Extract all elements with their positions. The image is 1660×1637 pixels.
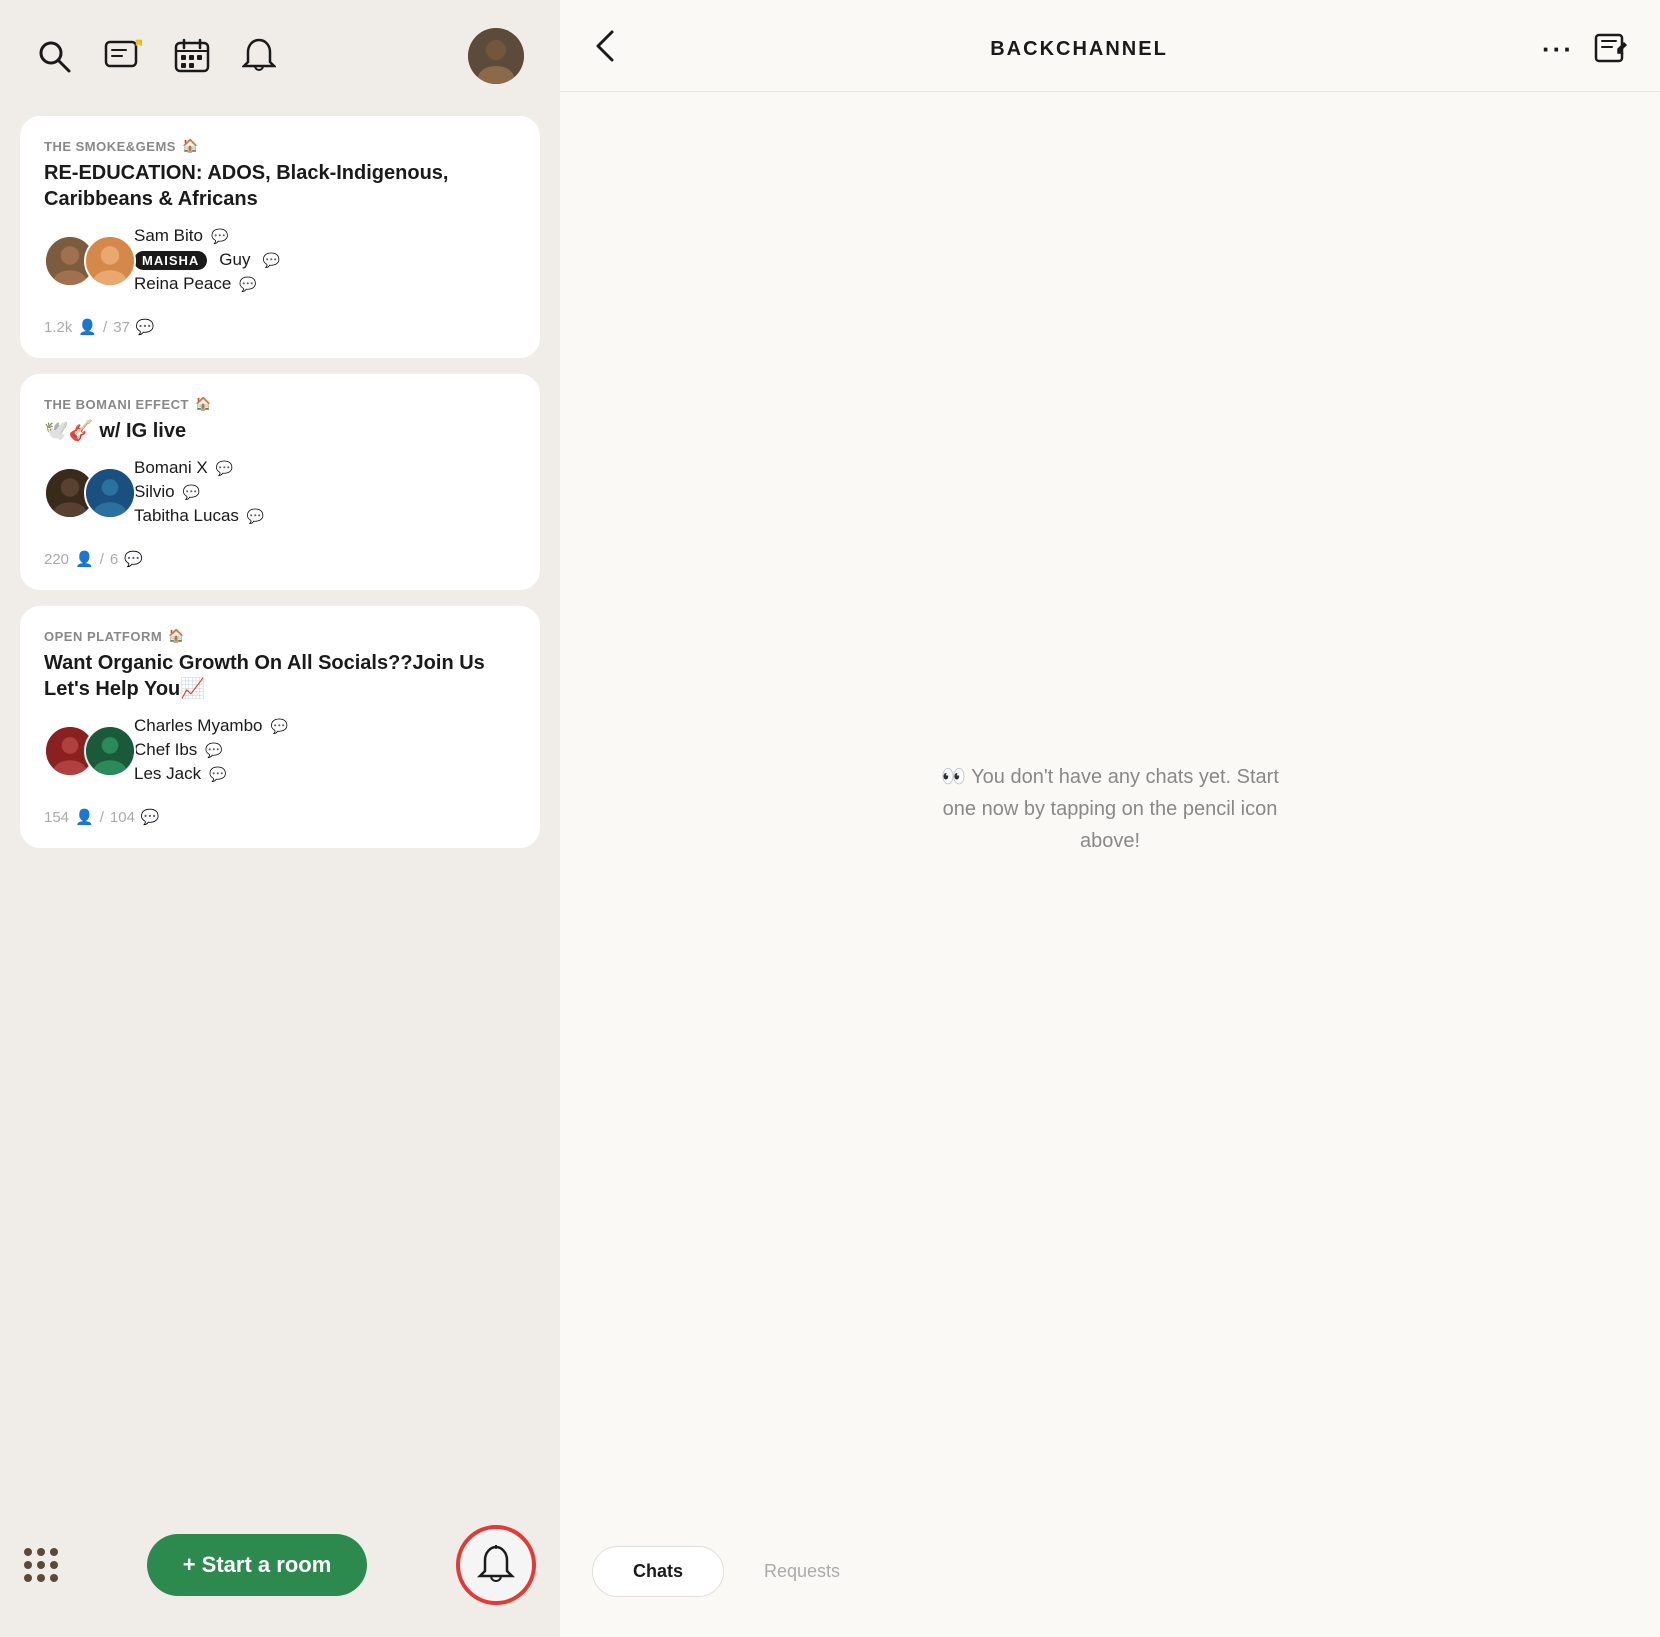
right-header-actions: ··· <box>1542 33 1628 67</box>
compose-message-button[interactable] <box>104 38 142 74</box>
avatar-maisha <box>84 235 136 287</box>
room-title-1: RE-EDUCATION: ADOS, Black-Indigenous, Ca… <box>44 160 516 212</box>
speaker-row-bomani: Bomani X 💬 <box>134 458 264 478</box>
room-speaker-avatars-3 <box>44 725 124 777</box>
speaker-row-charles: Charles Myambo 💬 <box>134 716 288 736</box>
search-button[interactable] <box>36 38 72 74</box>
right-header: BACKCHANNEL ··· <box>560 0 1660 92</box>
empty-chats-message: 👀 You don't have any chats yet. Start on… <box>940 761 1280 857</box>
notifications-button[interactable] <box>242 38 276 74</box>
right-tabs: Chats Requests <box>560 1526 1660 1637</box>
maisha-badge: MAISHA <box>134 251 207 270</box>
house-icon-3: 🏠 <box>168 628 185 644</box>
top-bar-icons <box>36 38 276 74</box>
right-panel: BACKCHANNEL ··· 👀 You don't have any cha… <box>560 0 1660 1637</box>
more-options-button[interactable]: ··· <box>1542 34 1574 65</box>
room-club-2: THE BOMANI EFFECT 🏠 <box>44 396 516 412</box>
room-card-3[interactable]: OPEN PLATFORM 🏠 Want Organic Growth On A… <box>20 606 540 848</box>
dots-grid <box>24 1548 58 1582</box>
room-meta-1: 1.2k 👤 / 37 💬 <box>44 318 516 336</box>
chats-tab[interactable]: Chats <box>592 1546 724 1597</box>
start-room-button[interactable]: + Start a room <box>147 1534 368 1596</box>
room-club-3: OPEN PLATFORM 🏠 <box>44 628 516 644</box>
speaker-row-tabitha: Tabitha Lucas 💬 <box>134 506 264 526</box>
room-title-3: Want Organic Growth On All Socials??Join… <box>44 650 516 702</box>
speaker-row-reina: Reina Peace 💬 <box>134 274 280 294</box>
speaker-row-sam: Sam Bito 💬 <box>134 226 280 246</box>
room-speaker-avatars-1 <box>44 235 124 287</box>
bottom-bar: + Start a room <box>0 1509 560 1637</box>
house-icon-1: 🏠 <box>182 138 199 154</box>
room-speakers-1: Sam Bito 💬 MAISHA Guy 💬 Reina Peace 💬 <box>134 226 280 294</box>
room-speakers-3: Charles Myambo 💬 Chef Ibs 💬 Les Jack 💬 <box>134 716 288 784</box>
top-bar <box>0 0 560 104</box>
right-content: 👀 You don't have any chats yet. Start on… <box>560 92 1660 1526</box>
room-meta-3: 154 👤 / 104 💬 <box>44 808 516 826</box>
left-panel: THE SMOKE&GEMS 🏠 RE-EDUCATION: ADOS, Bla… <box>0 0 560 1637</box>
user-avatar[interactable] <box>468 28 524 84</box>
room-speakers-2: Bomani X 💬 Silvio 💬 Tabitha Lucas 💬 <box>134 458 264 526</box>
compose-chat-button[interactable] <box>1594 33 1628 67</box>
room-speaker-avatars-2 <box>44 467 124 519</box>
start-room-label: + Start a room <box>183 1552 332 1578</box>
notification-bell-button[interactable] <box>456 1525 536 1605</box>
rooms-list: THE SMOKE&GEMS 🏠 RE-EDUCATION: ADOS, Bla… <box>0 104 560 1509</box>
room-card-1[interactable]: THE SMOKE&GEMS 🏠 RE-EDUCATION: ADOS, Bla… <box>20 116 540 358</box>
calendar-button[interactable] <box>174 38 210 74</box>
back-button[interactable] <box>592 28 616 71</box>
room-club-1: THE SMOKE&GEMS 🏠 <box>44 138 516 154</box>
avatar-silvio <box>84 467 136 519</box>
speaker-row-maisha: MAISHA Guy 💬 <box>134 250 280 270</box>
avatar-chef <box>84 725 136 777</box>
speaker-row-les: Les Jack 💬 <box>134 764 288 784</box>
speaker-row-chef: Chef Ibs 💬 <box>134 740 288 760</box>
room-title-2: 🕊️🎸 w/ IG live <box>44 418 516 444</box>
channel-title: BACKCHANNEL <box>990 38 1168 61</box>
requests-tab[interactable]: Requests <box>724 1547 880 1596</box>
room-card-2[interactable]: THE BOMANI EFFECT 🏠 🕊️🎸 w/ IG live Boman… <box>20 374 540 590</box>
house-icon-2: 🏠 <box>195 396 212 412</box>
speaker-row-silvio: Silvio 💬 <box>134 482 264 502</box>
room-meta-2: 220 👤 / 6 💬 <box>44 550 516 568</box>
